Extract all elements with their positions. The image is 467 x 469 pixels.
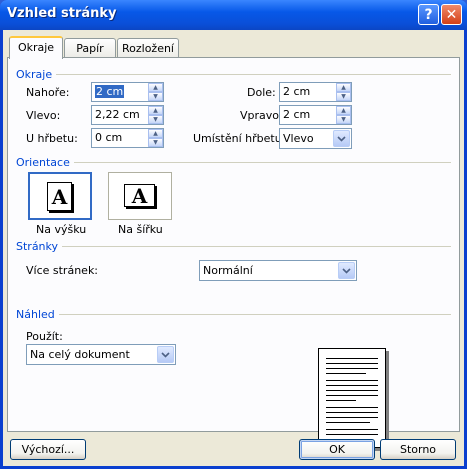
orientation-group-label: Orientace [16, 156, 74, 169]
tab-margins-label: Okraje [17, 41, 55, 54]
multiple-pages-select[interactable]: Normální [199, 260, 357, 281]
gutter-spinner[interactable]: 0 cm ▲ ▼ [91, 128, 164, 148]
help-icon: ? [424, 6, 433, 23]
preview-divider [16, 314, 451, 315]
close-button[interactable]: ✕ [441, 4, 462, 25]
spin-up-icon[interactable]: ▲ [148, 129, 163, 138]
portrait-label: Na výšku [36, 223, 87, 236]
tab-paper[interactable]: Papír [64, 38, 116, 58]
spin-down-icon[interactable]: ▼ [336, 92, 351, 101]
chevron-down-icon[interactable] [338, 262, 355, 279]
tab-paper-label: Papír [76, 42, 104, 55]
apply-to-select[interactable]: Na celý dokument [26, 344, 176, 365]
bottom-margin-label: Dole: [247, 86, 276, 99]
landscape-page-icon: A [124, 183, 155, 208]
tab-panel-margins: Okraje Nahoře: 2 cm ▲ ▼ Dole: 2 cm ▲ ▼ Vle… [7, 57, 460, 448]
left-margin-label: Vlevo: [26, 109, 61, 122]
title-bar[interactable]: Vzhled stránky ? ✕ [0, 0, 467, 30]
cancel-button-label: Storno [399, 443, 437, 456]
tab-margins[interactable]: Okraje [9, 36, 63, 59]
landscape-button[interactable]: A [108, 172, 172, 220]
spin-up-icon[interactable]: ▲ [336, 106, 351, 115]
pages-divider [16, 246, 451, 247]
spin-down-icon[interactable]: ▼ [148, 115, 163, 124]
landscape-label: Na šířku [118, 223, 163, 236]
left-margin-spinner[interactable]: 2,22 cm ▲ ▼ [91, 105, 164, 125]
spin-down-icon[interactable]: ▼ [148, 92, 163, 101]
chevron-down-icon[interactable] [157, 346, 174, 363]
right-margin-spinner[interactable]: 2 cm ▲ ▼ [279, 105, 352, 125]
cancel-button[interactable]: Storno [380, 439, 456, 460]
left-margin-value: 2,22 cm [95, 108, 140, 121]
page-preview [318, 348, 386, 448]
right-margin-label: Vpravo: [240, 109, 283, 122]
portrait-button[interactable]: A [28, 172, 92, 220]
default-button[interactable]: Výchozí... [10, 439, 86, 460]
spin-down-icon[interactable]: ▼ [148, 138, 163, 147]
help-button[interactable]: ? [418, 4, 439, 25]
right-margin-value: 2 cm [283, 108, 311, 121]
margins-group-label: Okraje [16, 68, 57, 81]
spin-up-icon[interactable]: ▲ [148, 83, 163, 92]
spin-up-icon[interactable]: ▲ [336, 83, 351, 92]
top-margin-spinner[interactable]: 2 cm ▲ ▼ [91, 82, 164, 102]
gutter-position-select[interactable]: Vlevo [279, 128, 352, 149]
close-icon: ✕ [445, 6, 458, 23]
gutter-position-label: Umístění hřbetu: [193, 132, 286, 145]
apply-to-value: Na celý dokument [30, 348, 130, 361]
default-button-label: Výchozí... [21, 443, 75, 456]
spin-up-icon[interactable]: ▲ [148, 106, 163, 115]
multiple-pages-value: Normální [203, 264, 253, 277]
ok-button-label: OK [329, 443, 345, 456]
portrait-page-letter: A [51, 184, 68, 209]
bottom-margin-value: 2 cm [283, 85, 311, 98]
tab-layout[interactable]: Rozložení [117, 38, 179, 58]
gutter-value: 0 cm [95, 131, 123, 144]
top-margin-value: 2 cm [95, 85, 125, 98]
landscape-page-letter: A [131, 183, 148, 208]
portrait-page-icon: A [47, 182, 72, 211]
tab-layout-label: Rozložení [121, 42, 174, 55]
preview-group-label: Náhled [16, 308, 59, 321]
window-title: Vzhled stránky [7, 6, 117, 21]
top-margin-label: Nahoře: [26, 86, 70, 99]
chevron-down-icon[interactable] [333, 130, 350, 147]
pages-group-label: Stránky [16, 240, 63, 253]
gutter-position-value: Vlevo [283, 132, 314, 145]
spin-down-icon[interactable]: ▼ [336, 115, 351, 124]
dialog-client-area: Okraje Papír Rozložení Okraje Nahoře: 2 … [3, 30, 464, 466]
orientation-divider [16, 162, 451, 163]
ok-button[interactable]: OK [299, 439, 375, 460]
bottom-margin-spinner[interactable]: 2 cm ▲ ▼ [279, 82, 352, 102]
apply-to-label: Použít: [26, 330, 63, 343]
gutter-label: U hřbetu: [26, 132, 78, 145]
margins-divider [16, 74, 451, 75]
page-setup-dialog: Vzhled stránky ? ✕ Okraje Papír Rozložen… [0, 0, 467, 469]
multiple-pages-label: Více stránek: [26, 264, 99, 277]
